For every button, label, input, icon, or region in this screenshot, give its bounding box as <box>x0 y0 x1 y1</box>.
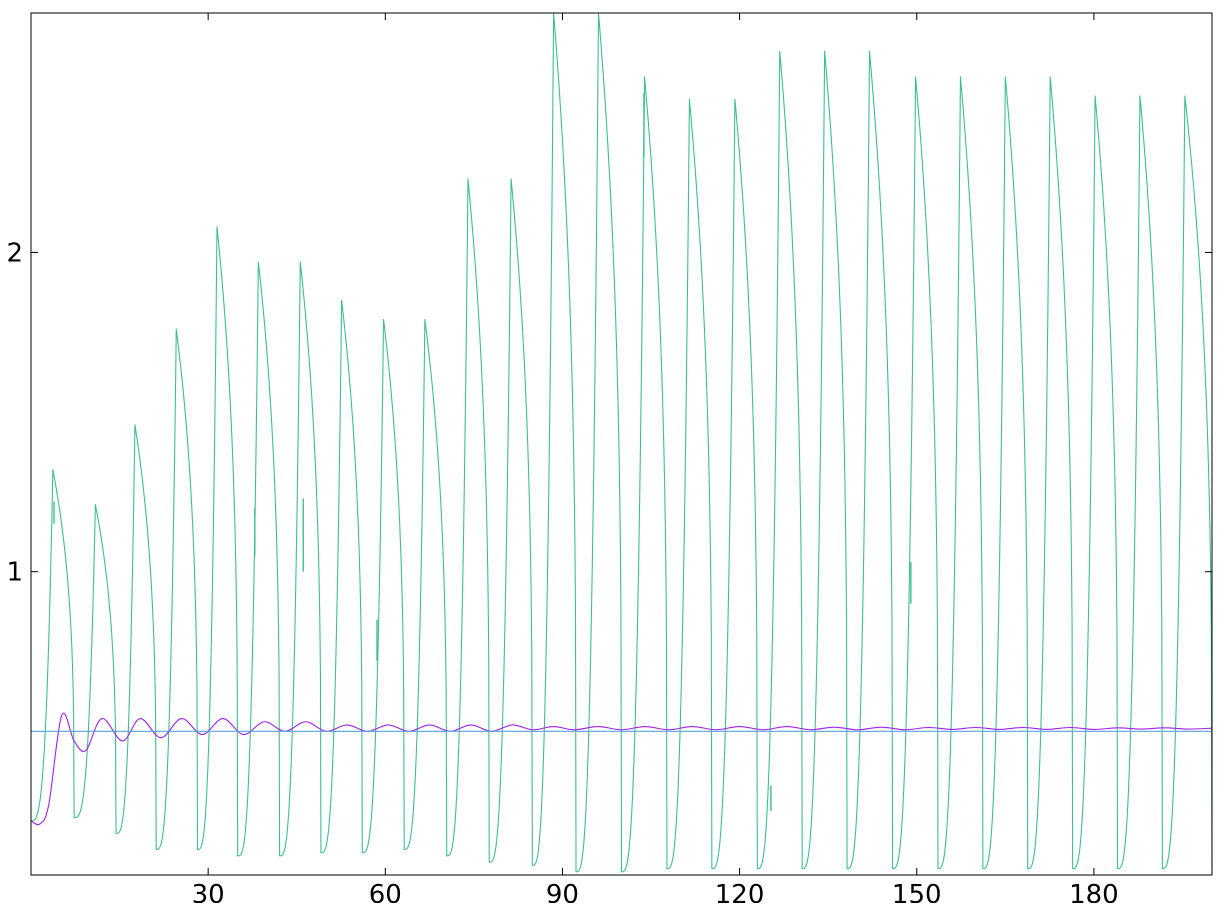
chart: 30 60 90 120 150 180 1 2 <box>0 0 1219 907</box>
y-tick-label: 2 <box>6 238 23 268</box>
line-chart: 30 60 90 120 150 180 1 2 <box>6 12 1213 907</box>
x-tick-label: 180 <box>1069 880 1119 903</box>
y-tick-label: 1 <box>6 558 23 588</box>
series-layer <box>31 13 1212 873</box>
x-tick-label: 30 <box>192 880 225 903</box>
axis-layer: 30 60 90 120 150 180 1 2 <box>6 12 1213 907</box>
x-tick-label: 60 <box>369 880 402 903</box>
x-tick-label: 150 <box>892 880 942 903</box>
series-line-oscillation <box>31 13 1212 873</box>
x-tick-label: 120 <box>715 880 765 903</box>
x-tick-label: 90 <box>546 880 579 903</box>
